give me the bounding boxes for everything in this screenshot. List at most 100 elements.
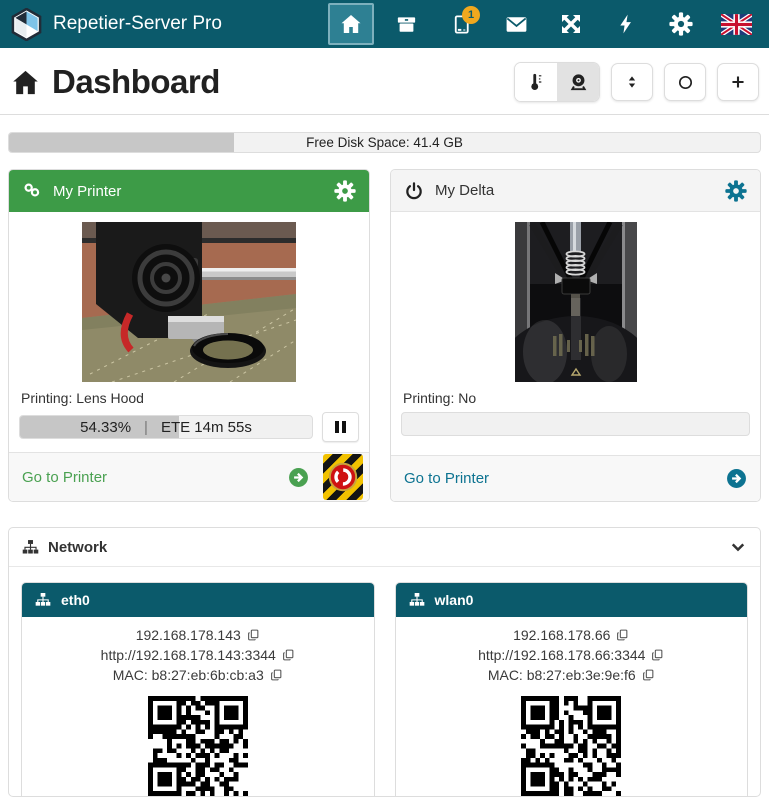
circle-button[interactable] (664, 63, 706, 101)
printer-name: My Printer (53, 183, 121, 200)
print-progress-bar: 54.33% | ETE 14m 55s (19, 415, 313, 439)
print-ete-label: ETE 14m 55s (161, 419, 252, 436)
disk-space-label: Free Disk Space: 41.4 GB (9, 133, 760, 152)
emergency-stop-button[interactable] (323, 454, 363, 500)
webcam-icon (568, 72, 589, 93)
app-title: Repetier-Server Pro (53, 13, 222, 35)
sort-arrows-icon (623, 73, 641, 91)
print-progress-bar (401, 412, 750, 436)
printer-card-footer: Go to Printer (9, 452, 369, 501)
lightning-icon (615, 13, 637, 35)
network-icon (35, 592, 51, 608)
qr-code (148, 696, 248, 796)
printer-card-my-delta: My Delta (390, 169, 761, 502)
printer-card-footer: Go to Printer (391, 455, 760, 501)
go-to-printer-link[interactable]: Go to Printer (22, 469, 107, 486)
interface-name: wlan0 (435, 592, 474, 608)
interface-name: eth0 (61, 592, 90, 608)
interface-mac: MAC: b8:27:eb:3e:9e:f6 (488, 665, 636, 685)
copy-icon[interactable] (616, 628, 629, 642)
qr-code (521, 696, 621, 796)
nav-home-button[interactable] (328, 3, 374, 45)
nav-printer-button[interactable] (383, 3, 429, 45)
pause-icon (335, 421, 339, 433)
printer-status-label: Printing: Lens Hood (21, 390, 357, 406)
uk-flag-icon (721, 14, 752, 35)
go-to-printer-link[interactable]: Go to Printer (404, 470, 489, 487)
disk-space-bar: Free Disk Space: 41.4 GB (8, 132, 761, 153)
nav-language-button[interactable] (713, 3, 759, 45)
interface-mac: MAC: b8:27:eb:6b:cb:a3 (113, 665, 264, 685)
webcam-toggle-button[interactable] (557, 63, 599, 101)
nav-settings-button[interactable] (658, 3, 704, 45)
printer-card-body: Printing: Lens Hood 54.33% | ETE 14m 55s (9, 212, 369, 452)
network-icon (409, 592, 425, 608)
home-icon (339, 12, 363, 36)
envelope-icon (504, 12, 529, 37)
printer-status-label: Printing: No (403, 390, 748, 406)
thermometer-icon (526, 71, 546, 93)
plus-icon (729, 73, 747, 91)
pause-button[interactable] (322, 412, 359, 442)
copy-icon[interactable] (247, 628, 260, 642)
go-arrow-icon[interactable] (288, 467, 309, 488)
copy-icon[interactable] (642, 668, 655, 682)
view-toggle-group (514, 62, 600, 102)
page-title: Dashboard (52, 63, 220, 101)
webcam-image-my-printer (82, 222, 296, 382)
copy-icon[interactable] (651, 648, 664, 662)
copy-icon[interactable] (270, 668, 283, 682)
network-icon (22, 539, 39, 556)
progress-separator: | (144, 419, 148, 436)
printer-settings-gear-icon[interactable] (334, 180, 356, 202)
notification-badge: 1 (462, 6, 480, 24)
repetier-logo-icon (10, 8, 43, 41)
nav-devices-button[interactable]: 1 (438, 3, 484, 45)
header-buttons (514, 62, 759, 102)
interface-header: eth0 (22, 583, 374, 617)
nav-messages-button[interactable] (493, 3, 539, 45)
network-section: Network eth0 (8, 527, 761, 797)
nav-icons: 1 (328, 0, 759, 48)
interface-ip: 192.168.178.143 (136, 625, 241, 645)
add-printer-button[interactable] (717, 63, 759, 101)
pause-icon (342, 421, 346, 433)
expand-arrows-icon (559, 12, 583, 36)
chevron-down-icon[interactable] (729, 538, 747, 556)
header-divider (0, 114, 769, 115)
copy-icon[interactable] (282, 648, 295, 662)
thermometer-toggle-button[interactable] (515, 63, 557, 101)
interface-url: http://192.168.178.143:3344 (101, 645, 276, 665)
app-root: Repetier-Server Pro (0, 0, 769, 797)
brand[interactable]: Repetier-Server Pro (10, 8, 222, 41)
sort-button[interactable] (611, 63, 653, 101)
webcam-image-my-delta (515, 222, 637, 382)
dashboard-home-icon (10, 67, 41, 98)
network-interfaces-row: eth0 192.168.178.143 http://192.168.178.… (9, 567, 760, 796)
interface-url: http://192.168.178.66:3344 (478, 645, 645, 665)
network-section-header[interactable]: Network (9, 528, 760, 567)
printer-settings-gear-icon[interactable] (725, 180, 747, 202)
interface-ip: 192.168.178.66 (513, 625, 610, 645)
link-icon (22, 181, 42, 201)
top-navbar: Repetier-Server Pro (0, 0, 769, 48)
printer-card-header[interactable]: My Printer (9, 170, 369, 212)
printer-card-body: Printing: No (391, 212, 760, 446)
print-progress-percent: 54.33% (80, 419, 131, 436)
interface-body: 192.168.178.143 http://192.168.178.143:3… (22, 617, 374, 796)
interface-body: 192.168.178.66 http://192.168.178.66:334… (396, 617, 748, 796)
printer-card-header[interactable]: My Delta (391, 170, 760, 212)
gear-icon (669, 12, 693, 36)
network-section-title: Network (48, 539, 107, 556)
printer-box-icon (395, 13, 418, 36)
go-arrow-icon[interactable] (726, 468, 747, 489)
printer-card-my-printer: My Printer (8, 169, 370, 502)
circle-icon (676, 73, 695, 92)
interface-card-wlan0: wlan0 192.168.178.66 http://192.168.178.… (395, 582, 749, 796)
printer-name: My Delta (435, 182, 494, 199)
page-header: Dashboard (0, 48, 769, 110)
interface-header: wlan0 (396, 583, 748, 617)
nav-expand-button[interactable] (548, 3, 594, 45)
interface-card-eth0: eth0 192.168.178.143 http://192.168.178.… (21, 582, 375, 796)
nav-power-actions-button[interactable] (603, 3, 649, 45)
